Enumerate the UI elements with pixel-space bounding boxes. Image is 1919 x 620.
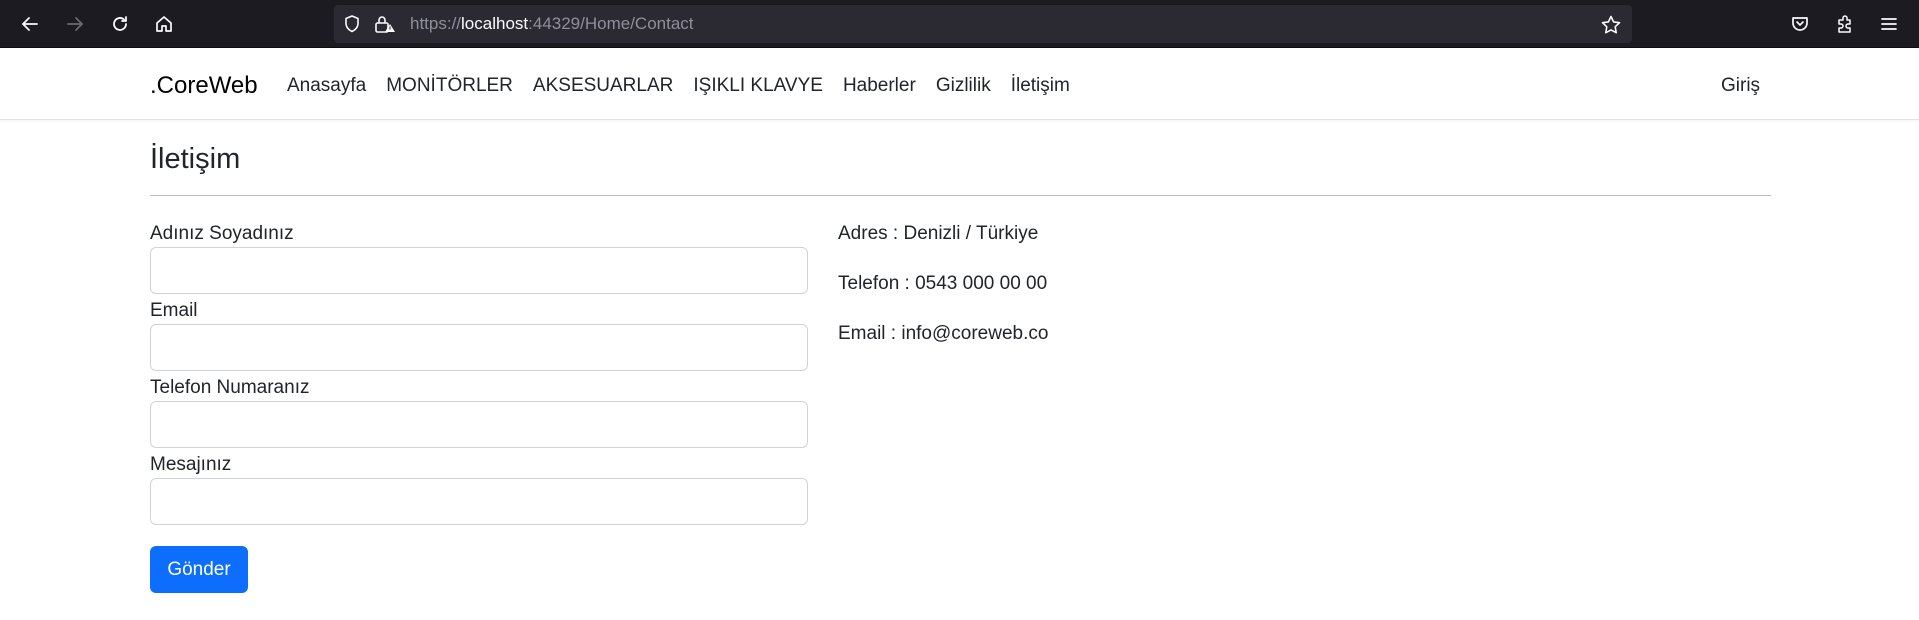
url-scheme: https://: [410, 14, 462, 33]
url-text[interactable]: https://localhost:44329/Home/Contact: [410, 14, 694, 34]
hamburger-menu-icon: [1881, 18, 1897, 30]
nav-link-isikli-klavye[interactable]: IŞIKLI KLAVYE: [693, 75, 823, 97]
email-field[interactable]: [150, 324, 808, 371]
url-host: localhost: [461, 14, 529, 33]
send-button[interactable]: Gönder: [150, 546, 248, 593]
reload-icon: [113, 16, 127, 31]
url-path: :44329/Home/Contact: [528, 14, 694, 33]
insecure-lock-icon[interactable]: [374, 14, 396, 39]
nav-link-haberler[interactable]: Haberler: [843, 75, 916, 97]
phone-label: Telefon Numaranız: [150, 377, 310, 398]
nav-link-gizlilik[interactable]: Gizlilik: [936, 75, 991, 97]
brand-logo[interactable]: .CoreWeb: [150, 72, 258, 100]
nav-link-anasayfa[interactable]: Anasayfa: [287, 75, 366, 97]
nav-link-iletisim[interactable]: İletişim: [1011, 75, 1070, 97]
message-field[interactable]: [150, 478, 808, 525]
arrow-right-icon: [67, 17, 83, 31]
pocket-button[interactable]: [1784, 8, 1816, 40]
nav-links: Anasayfa MONİTÖRLER AKSESUARLAR IŞIKLI K…: [287, 75, 1090, 97]
name-label: Adınız Soyadınız: [150, 223, 294, 244]
nav-link-monitorler[interactable]: MONİTÖRLER: [386, 75, 513, 97]
extensions-button[interactable]: [1829, 8, 1861, 40]
address-text: Adres : Denizli / Türkiye: [838, 223, 1039, 244]
reload-button[interactable]: [104, 8, 136, 40]
email-text: Email : info@coreweb.co: [838, 323, 1049, 344]
nav-link-aksesuarlar[interactable]: AKSESUARLAR: [533, 75, 673, 97]
back-button[interactable]: [14, 8, 46, 40]
menu-button[interactable]: [1873, 8, 1905, 40]
browser-toolbar: https://localhost:44329/Home/Contact: [0, 0, 1919, 48]
site-navbar: .CoreWeb Anasayfa MONİTÖRLER AKSESUARLAR…: [0, 49, 1919, 120]
home-button[interactable]: [148, 8, 180, 40]
puzzle-icon: [1838, 15, 1851, 33]
forward-button[interactable]: [59, 8, 91, 40]
email-label: Email: [150, 300, 198, 321]
address-bar[interactable]: https://localhost:44329/Home/Contact: [334, 5, 1632, 43]
message-label: Mesajınız: [150, 454, 232, 475]
divider: [150, 195, 1771, 196]
name-field[interactable]: [150, 247, 808, 294]
bookmark-star-icon[interactable]: [1600, 14, 1622, 41]
phone-text: Telefon : 0543 000 00 00: [838, 273, 1048, 294]
login-link[interactable]: Giriş: [1721, 75, 1760, 97]
page-title: İletişim: [150, 143, 241, 175]
phone-field[interactable]: [150, 401, 808, 448]
arrow-left-icon: [22, 17, 38, 31]
home-icon: [156, 16, 172, 32]
shield-icon[interactable]: [342, 14, 362, 39]
pocket-icon: [1792, 17, 1808, 31]
